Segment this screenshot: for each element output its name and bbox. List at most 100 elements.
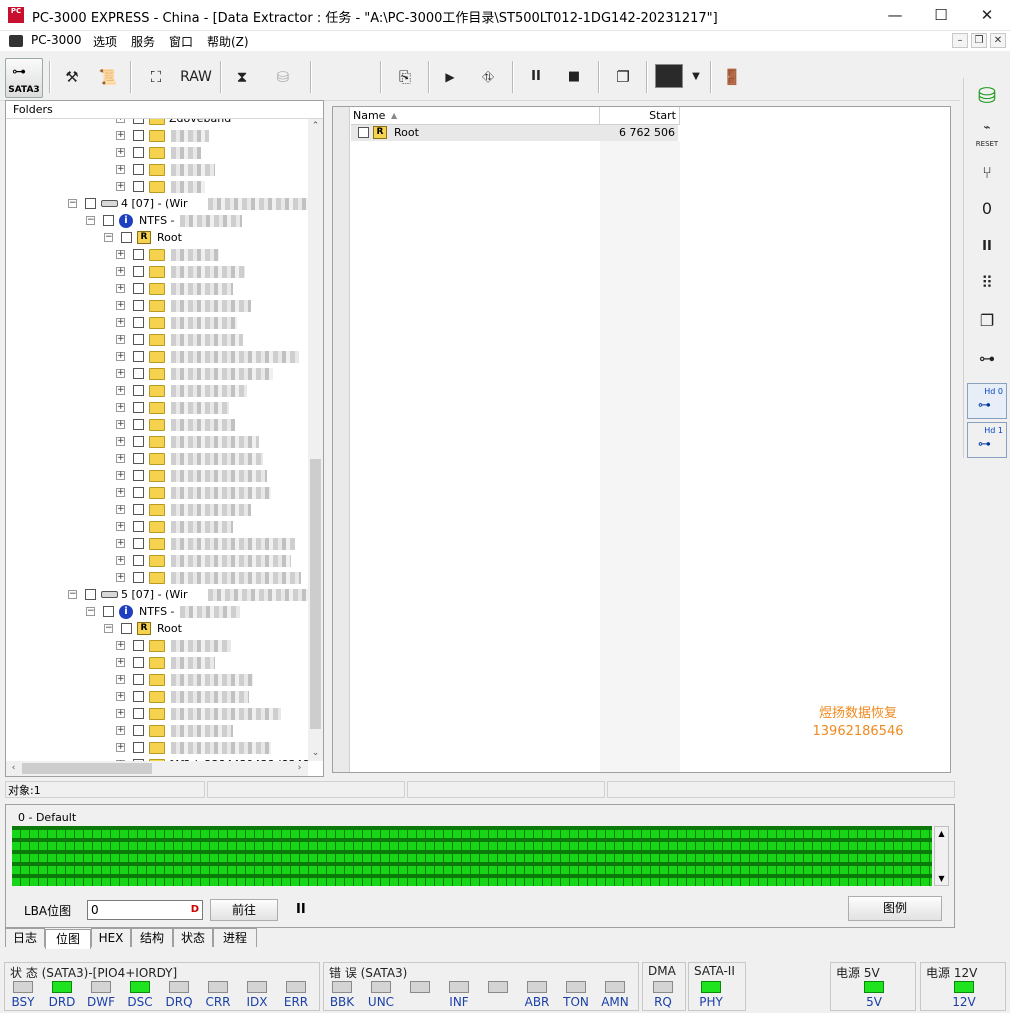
- expand-icon[interactable]: +: [116, 556, 125, 565]
- menu-options[interactable]: 选项: [93, 33, 117, 50]
- tree-row[interactable]: − 5 [07] - (Wir: [6, 587, 308, 604]
- tree-row[interactable]: +: [6, 383, 308, 400]
- tree-row[interactable]: +: [6, 740, 308, 757]
- list-item[interactable]: R Root 6 762 506: [351, 125, 678, 141]
- process-map-icon[interactable]: ⛗: [472, 63, 504, 91]
- hd1-button[interactable]: Hd 1 ⊶: [967, 422, 1007, 458]
- tree-row[interactable]: + Zdoveband: [6, 119, 308, 128]
- tree-row[interactable]: +: [6, 536, 308, 553]
- expand-icon[interactable]: +: [116, 505, 125, 514]
- branch-icon[interactable]: ⑂: [967, 156, 1007, 192]
- tree-row[interactable]: +: [6, 281, 308, 298]
- expand-icon[interactable]: +: [116, 743, 125, 752]
- collapse-icon[interactable]: −: [86, 607, 95, 616]
- go-button[interactable]: 前往: [210, 899, 278, 921]
- expand-icon[interactable]: +: [116, 573, 125, 582]
- expand-icon[interactable]: +: [116, 658, 125, 667]
- tree-row[interactable]: +: [6, 400, 308, 417]
- maximize-button[interactable]: ☐: [918, 0, 964, 31]
- expand-icon[interactable]: +: [116, 454, 125, 463]
- tree-checkbox[interactable]: [133, 300, 144, 311]
- tree-row[interactable]: +: [6, 570, 308, 587]
- expand-icon[interactable]: +: [116, 131, 125, 140]
- chevron-left-icon[interactable]: ‹: [6, 761, 21, 776]
- tree-row[interactable]: − 4 [07] - (Wir: [6, 196, 308, 213]
- chevron-down-icon[interactable]: ▼: [935, 872, 948, 885]
- expand-icon[interactable]: +: [116, 437, 125, 446]
- stop-icon[interactable]: ■: [564, 63, 584, 91]
- collapse-icon[interactable]: −: [86, 216, 95, 225]
- chevron-up-icon[interactable]: ▲: [935, 827, 948, 840]
- tree-checkbox[interactable]: [133, 555, 144, 566]
- tree-row[interactable]: +: [6, 723, 308, 740]
- tab-structure[interactable]: 结构: [131, 928, 173, 947]
- scroll-thumb[interactable]: [310, 459, 321, 729]
- tree-checkbox[interactable]: [103, 606, 114, 617]
- expand-icon[interactable]: +: [116, 488, 125, 497]
- exit-door-icon[interactable]: 🚪: [720, 63, 744, 91]
- tree-row[interactable]: +: [6, 332, 308, 349]
- tools-icon[interactable]: ⚒: [60, 63, 84, 91]
- expand-icon[interactable]: +: [116, 709, 125, 718]
- collapse-icon[interactable]: −: [104, 233, 113, 242]
- mdi-close-button[interactable]: ✕: [990, 33, 1006, 48]
- sata-connector-icon[interactable]: ⊶: [967, 342, 1007, 378]
- column-header-name[interactable]: Name ▲: [351, 107, 600, 125]
- minimize-button[interactable]: —: [872, 0, 918, 31]
- tree-row[interactable]: − i NTFS -: [6, 213, 308, 230]
- tree-row[interactable]: +: [6, 128, 308, 145]
- hourglass-icon[interactable]: ⧗: [230, 63, 254, 91]
- tree-checkbox[interactable]: [133, 640, 144, 651]
- expand-icon[interactable]: +: [116, 386, 125, 395]
- sector-icon[interactable]: ⠿: [967, 266, 1007, 302]
- tree-checkbox[interactable]: [133, 725, 144, 736]
- tree-row[interactable]: +: [6, 315, 308, 332]
- tree-checkbox[interactable]: [133, 572, 144, 583]
- expand-icon[interactable]: +: [116, 641, 125, 650]
- menu-window[interactable]: 窗口: [169, 33, 193, 50]
- tree-row[interactable]: +: [6, 638, 308, 655]
- tree-checkbox[interactable]: [133, 164, 144, 175]
- legend-button[interactable]: 图例: [848, 896, 942, 921]
- raw-button[interactable]: RAW: [178, 63, 214, 91]
- copy-delete-icon[interactable]: ❐: [967, 304, 1007, 340]
- hex-dec-toggle-icon[interactable]: D: [191, 901, 199, 919]
- tree-checkbox[interactable]: [133, 402, 144, 413]
- tree-checkbox[interactable]: [133, 691, 144, 702]
- tree-checkbox[interactable]: [133, 708, 144, 719]
- row-checkbox[interactable]: [358, 127, 369, 138]
- tree-row[interactable]: +: [6, 553, 308, 570]
- chevron-up-icon[interactable]: ⌃: [308, 119, 323, 134]
- tab-process[interactable]: 进程: [213, 928, 257, 947]
- folders-horizontal-scrollbar[interactable]: ‹ ›: [6, 761, 308, 776]
- menu-service[interactable]: 服务: [131, 33, 155, 50]
- tree-row[interactable]: +: [6, 468, 308, 485]
- expand-icon[interactable]: +: [116, 369, 125, 378]
- tree-checkbox[interactable]: [121, 623, 132, 634]
- tree-checkbox[interactable]: [133, 283, 144, 294]
- tree-checkbox[interactable]: [85, 589, 96, 600]
- tree-checkbox[interactable]: [133, 436, 144, 447]
- tab-hex[interactable]: HEX: [91, 928, 131, 947]
- close-button[interactable]: ✕: [964, 0, 1010, 31]
- tree-checkbox[interactable]: [133, 742, 144, 753]
- tree-checkbox[interactable]: [133, 249, 144, 260]
- expand-icon[interactable]: +: [116, 403, 125, 412]
- tree-row[interactable]: +: [6, 485, 308, 502]
- tree-checkbox[interactable]: [121, 232, 132, 243]
- expand-icon[interactable]: +: [116, 165, 125, 174]
- expand-icon[interactable]: +: [116, 692, 125, 701]
- tree-row[interactable]: +: [6, 502, 308, 519]
- tree-checkbox[interactable]: [133, 119, 144, 124]
- tree-checkbox[interactable]: [133, 657, 144, 668]
- tree-row[interactable]: +: [6, 706, 308, 723]
- binoculars-icon[interactable]: ⛶: [144, 63, 168, 91]
- tree-checkbox[interactable]: [133, 266, 144, 277]
- bitmap-scrollbar[interactable]: ▲ ▼: [934, 826, 949, 886]
- tree-checkbox[interactable]: [133, 385, 144, 396]
- sector-bitmap-grid[interactable]: [12, 826, 932, 886]
- disk-green-icon[interactable]: ⛁: [967, 80, 1007, 116]
- scroll-icon[interactable]: 📜: [96, 63, 120, 91]
- expand-icon[interactable]: +: [116, 182, 125, 191]
- tree-row[interactable]: +: [6, 417, 308, 434]
